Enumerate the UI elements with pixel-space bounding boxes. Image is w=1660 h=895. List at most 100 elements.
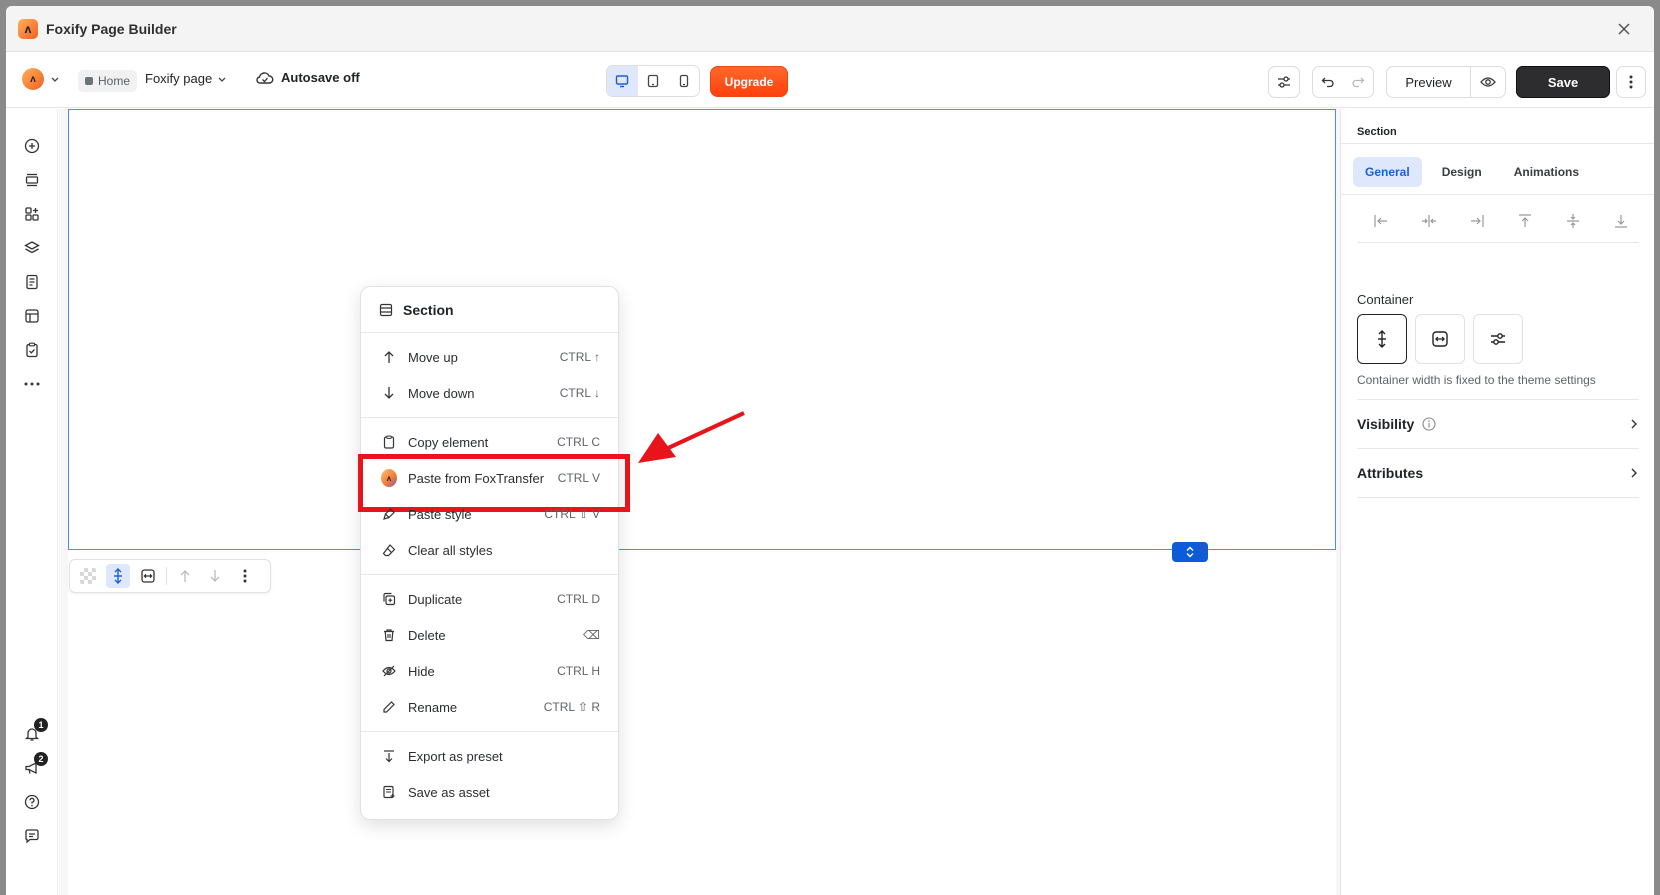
menu-item-copy-element[interactable]: Copy element CTRL C bbox=[361, 424, 618, 460]
undo-icon bbox=[1321, 77, 1334, 88]
horizontal-dots-icon bbox=[24, 382, 40, 386]
apps-button[interactable] bbox=[22, 204, 42, 224]
more-options-button[interactable] bbox=[1616, 66, 1646, 98]
sliders-icon bbox=[1491, 333, 1505, 345]
page-preview bbox=[68, 109, 1336, 895]
redo-button[interactable] bbox=[1343, 67, 1373, 97]
checklist-button[interactable] bbox=[22, 340, 42, 360]
editor-canvas bbox=[59, 109, 1340, 895]
divider bbox=[1341, 143, 1654, 144]
menu-item-rename[interactable]: Rename CTRL ⇧ R bbox=[361, 689, 618, 725]
menu-item-label: Paste style bbox=[408, 506, 472, 522]
tab-animations[interactable]: Animations bbox=[1502, 157, 1591, 187]
page-settings-button[interactable] bbox=[1268, 66, 1300, 98]
eye-icon bbox=[1480, 77, 1496, 87]
device-switcher bbox=[606, 65, 700, 97]
tab-design[interactable]: Design bbox=[1430, 157, 1494, 187]
autosave-toggle[interactable]: Autosave off bbox=[256, 70, 360, 85]
add-element-button[interactable] bbox=[22, 136, 42, 156]
sliders-icon bbox=[1278, 76, 1290, 88]
align-bottom-button[interactable] bbox=[1609, 209, 1633, 233]
container-full-button[interactable] bbox=[136, 564, 160, 588]
move-down-button[interactable] bbox=[203, 564, 227, 588]
undo-button[interactable] bbox=[1313, 67, 1343, 97]
home-breadcrumb[interactable]: Home bbox=[78, 70, 138, 92]
preview-button[interactable]: Preview bbox=[1387, 67, 1471, 97]
container-full-width-option[interactable] bbox=[1415, 314, 1465, 364]
align-center-h-button[interactable] bbox=[1417, 209, 1441, 233]
app-menu-button[interactable]: ᴧ bbox=[22, 68, 60, 90]
menu-item-export-as-preset[interactable]: Export as preset bbox=[361, 738, 618, 774]
mobile-icon bbox=[679, 74, 688, 88]
foxify-logo-icon: ᴧ bbox=[22, 68, 44, 90]
help-button[interactable] bbox=[22, 792, 42, 812]
more-tools-button[interactable] bbox=[22, 374, 42, 394]
notifications-button[interactable]: 1 bbox=[22, 718, 48, 744]
desktop-icon bbox=[616, 75, 629, 88]
title-bar: ᴧ Foxify Page Builder bbox=[6, 6, 1654, 52]
container-boxed-option[interactable] bbox=[1357, 314, 1407, 364]
pages-button[interactable] bbox=[22, 272, 42, 292]
close-window-button[interactable] bbox=[1614, 19, 1634, 39]
menu-item-save-as-asset[interactable]: Save as asset bbox=[361, 774, 618, 810]
upgrade-button[interactable]: Upgrade bbox=[710, 66, 788, 97]
menu-item-shortcut: CTRL D bbox=[557, 592, 600, 606]
menu-item-duplicate[interactable]: Duplicate CTRL D bbox=[361, 581, 618, 617]
align-center-v-button[interactable] bbox=[1561, 209, 1585, 233]
menu-item-move-up[interactable]: Move up CTRL ↑ bbox=[361, 339, 618, 375]
align-right-icon bbox=[1471, 215, 1484, 227]
menu-item-shortcut: CTRL H bbox=[557, 664, 600, 678]
save-button[interactable]: Save bbox=[1516, 66, 1610, 98]
mobile-view-button[interactable] bbox=[668, 66, 699, 96]
background-button[interactable] bbox=[76, 564, 100, 588]
history-controls bbox=[1312, 66, 1374, 98]
align-top-button[interactable] bbox=[1513, 209, 1537, 233]
menu-item-paste-style[interactable]: Paste style CTRL ⇧ V bbox=[361, 496, 618, 532]
menu-item-shortcut: CTRL ↓ bbox=[559, 386, 600, 400]
layers-button[interactable] bbox=[22, 238, 42, 258]
menu-item-move-down[interactable]: Move down CTRL ↓ bbox=[361, 375, 618, 411]
settings-panel: Section General Design Animations Contai… bbox=[1340, 109, 1654, 895]
chat-button[interactable] bbox=[22, 826, 42, 846]
attributes-accordion[interactable]: Attributes bbox=[1357, 449, 1639, 497]
arrow-up-icon bbox=[384, 351, 394, 363]
section-mini-toolbar bbox=[69, 559, 271, 593]
desktop-view-button[interactable] bbox=[607, 66, 638, 96]
menu-item-hide[interactable]: Hide CTRL H bbox=[361, 653, 618, 689]
visibility-label: Visibility bbox=[1357, 416, 1415, 432]
container-boxed-button[interactable] bbox=[106, 564, 130, 588]
move-up-button[interactable] bbox=[173, 564, 197, 588]
menu-item-shortcut: CTRL ↑ bbox=[559, 350, 600, 364]
templates-button[interactable] bbox=[22, 306, 42, 326]
attributes-label: Attributes bbox=[1357, 465, 1424, 481]
alignment-controls bbox=[1357, 209, 1645, 233]
section-context-menu: Section Move up CTRL ↑ Move down CTRL ↓ … bbox=[358, 286, 630, 820]
autosave-label: Autosave off bbox=[281, 70, 360, 85]
brush-icon bbox=[383, 508, 395, 520]
align-right-button[interactable] bbox=[1465, 209, 1489, 233]
container-custom-option[interactable] bbox=[1473, 314, 1523, 364]
tablet-view-button[interactable] bbox=[638, 66, 669, 96]
live-preview-button[interactable] bbox=[1471, 67, 1505, 97]
align-left-button[interactable] bbox=[1369, 209, 1393, 233]
arrow-down-icon bbox=[384, 387, 394, 399]
section-more-button[interactable] bbox=[233, 564, 257, 588]
chevron-right-icon bbox=[1631, 419, 1637, 429]
menu-item-paste-from-foxtransfer[interactable]: ᴧ Paste from FoxTransfer CTRL V bbox=[358, 454, 630, 512]
divider bbox=[1357, 242, 1639, 243]
menu-item-clear-all-styles[interactable]: Clear all styles bbox=[361, 532, 618, 568]
announcements-button[interactable]: 2 bbox=[22, 752, 48, 778]
tab-general[interactable]: General bbox=[1353, 157, 1422, 187]
menu-item-delete[interactable]: Delete ⌫ bbox=[361, 617, 618, 653]
page-selector[interactable]: Foxify page bbox=[145, 71, 227, 86]
chat-icon bbox=[25, 829, 39, 844]
selected-section[interactable] bbox=[68, 109, 1336, 550]
section-resize-handle[interactable] bbox=[1172, 542, 1208, 562]
sections-button[interactable] bbox=[22, 170, 42, 190]
section-icon bbox=[379, 303, 393, 316]
menu-item-label: Save as asset bbox=[408, 784, 490, 800]
chevron-right-icon bbox=[1631, 468, 1637, 478]
page-name: Foxify page bbox=[145, 71, 213, 86]
save-asset-icon bbox=[383, 785, 395, 799]
visibility-accordion[interactable]: Visibility bbox=[1357, 400, 1639, 448]
